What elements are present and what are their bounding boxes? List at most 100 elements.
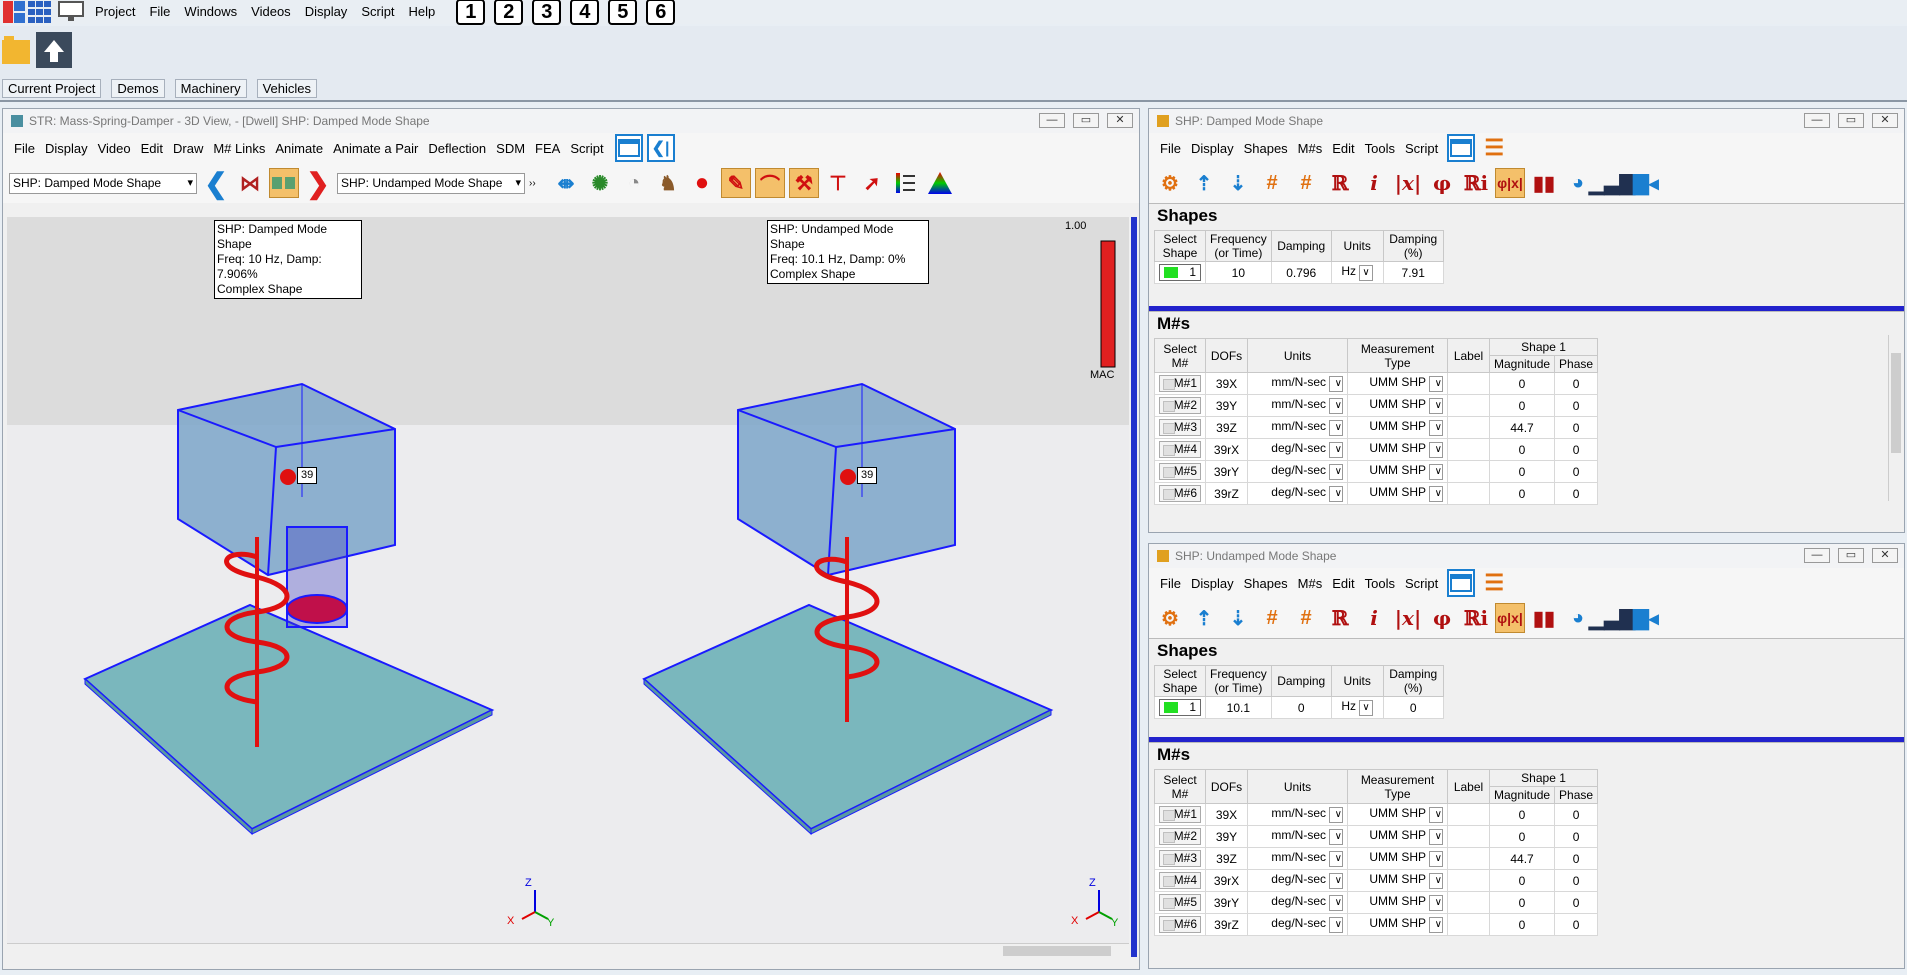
real-imag-icon[interactable]: ℝi: [1461, 168, 1491, 198]
phase-cell[interactable]: 0: [1554, 416, 1599, 439]
shp-menu-script[interactable]: Script: [1400, 141, 1443, 156]
shp-menu-display[interactable]: Display: [1186, 576, 1239, 591]
view3d-menu-animate-pair[interactable]: Animate a Pair: [328, 141, 423, 156]
units-cell[interactable]: mm/N-sec ∨: [1247, 825, 1348, 848]
table-row[interactable]: 1 10.1 0 Hz ∨ 0: [1154, 696, 1444, 719]
select-m-button[interactable]: M#5: [1159, 894, 1201, 911]
chevron-down-icon[interactable]: ∨: [1329, 464, 1343, 480]
histogram-export-icon[interactable]: ▇◂: [1631, 603, 1661, 633]
phase-cell[interactable]: 0: [1554, 913, 1599, 936]
chevron-down-icon[interactable]: ∨: [1429, 829, 1443, 845]
shape-settings-icon[interactable]: ⚙: [1155, 603, 1185, 633]
minimize-button[interactable]: —: [1804, 548, 1830, 563]
units-cell[interactable]: deg/N-sec ∨: [1247, 460, 1348, 483]
imaginary-part-icon[interactable]: i: [1359, 168, 1389, 198]
units-cell[interactable]: mm/N-sec ∨: [1247, 394, 1348, 417]
record-icon[interactable]: ●: [687, 168, 717, 198]
shp-menu-shapes[interactable]: Shapes: [1239, 576, 1293, 591]
speedometer-icon[interactable]: ◔: [619, 168, 649, 198]
histogram-export-icon[interactable]: ▇◂: [1631, 168, 1661, 198]
shp-menu-file[interactable]: File: [1155, 576, 1186, 591]
view3d-menu-fea[interactable]: FEA: [530, 141, 565, 156]
magnitude-cell[interactable]: 0: [1488, 438, 1556, 461]
close-button[interactable]: ✕: [1872, 113, 1898, 128]
damping-cell[interactable]: 0: [1270, 696, 1332, 719]
select-m-button[interactable]: M#1: [1159, 375, 1201, 392]
select-m-button[interactable]: M#3: [1159, 419, 1201, 436]
label-cell[interactable]: [1447, 372, 1490, 395]
dof-cell[interactable]: 39rZ: [1205, 482, 1248, 505]
magnitude-cell[interactable]: 0: [1488, 891, 1556, 914]
shp-menu-ms[interactable]: M#s: [1293, 141, 1328, 156]
magnitude-icon[interactable]: |x|: [1393, 603, 1423, 633]
shp-menu-display[interactable]: Display: [1186, 141, 1239, 156]
dof-cell[interactable]: 39X: [1205, 372, 1248, 395]
table-row[interactable]: M#5 39rY deg/N-sec ∨ UMM SHP ∨ 0 0: [1154, 460, 1599, 483]
table-row[interactable]: M#5 39rY deg/N-sec ∨ UMM SHP ∨ 0 0: [1154, 891, 1599, 914]
window-layout-icon[interactable]: [1447, 134, 1476, 162]
dof-cell[interactable]: 39Y: [1205, 394, 1248, 417]
label-cell[interactable]: [1447, 416, 1490, 439]
chevron-down-icon[interactable]: ∨: [1429, 398, 1443, 414]
histogram-icon[interactable]: ▁▃▇: [1589, 603, 1635, 633]
phase-icon[interactable]: φ: [1427, 603, 1457, 633]
label-cell[interactable]: [1447, 394, 1490, 417]
monitor-icon[interactable]: [54, 0, 88, 24]
table-row[interactable]: M#2 39Y mm/N-sec ∨ UMM SHP ∨ 0 0: [1154, 825, 1599, 848]
chevron-down-icon[interactable]: ∨: [1329, 420, 1343, 436]
magnitude-cell[interactable]: 44.7: [1488, 416, 1556, 439]
real-part-icon[interactable]: ℝ: [1325, 603, 1355, 633]
measurement-type-cell[interactable]: UMM SHP ∨: [1347, 869, 1448, 892]
turtle-slow-icon[interactable]: ✺: [585, 168, 615, 198]
chevron-down-icon[interactable]: ∨: [1329, 376, 1343, 392]
select-shape-button[interactable]: 1: [1159, 699, 1201, 716]
magnitude-cell[interactable]: 44.7: [1488, 847, 1556, 870]
chevron-down-icon[interactable]: ∨: [1359, 700, 1374, 716]
chevron-down-icon[interactable]: ∨: [1429, 873, 1443, 889]
minimize-button[interactable]: —: [1039, 113, 1065, 128]
label-cell[interactable]: [1447, 482, 1490, 505]
open-folder-icon[interactable]: [2, 34, 32, 69]
tab-demos[interactable]: Demos: [111, 78, 165, 98]
measurement-type-cell[interactable]: UMM SHP ∨: [1347, 891, 1448, 914]
move-down-icon[interactable]: ⇣: [1223, 603, 1253, 633]
phase-cell[interactable]: 0: [1554, 869, 1599, 892]
chevron-down-icon[interactable]: ∨: [1329, 873, 1343, 889]
label-cell[interactable]: [1447, 460, 1490, 483]
chevron-down-icon[interactable]: ∨: [1329, 807, 1343, 823]
table-row[interactable]: M#6 39rZ deg/N-sec ∨ UMM SHP ∨ 0 0: [1154, 482, 1599, 505]
crane-icon[interactable]: ⊤: [823, 168, 853, 198]
bar-graph-icon[interactable]: ▮▮: [1529, 168, 1559, 198]
phase-magnitude-icon[interactable]: φ|x|: [1495, 168, 1525, 198]
chevron-down-icon[interactable]: ∨: [1329, 917, 1343, 933]
menu-file[interactable]: File: [142, 2, 177, 22]
dof-cell[interactable]: 39Z: [1205, 847, 1248, 870]
real-imag-icon[interactable]: ℝi: [1461, 603, 1491, 633]
horizontal-scrollbar[interactable]: [7, 943, 1129, 957]
curve-points-icon[interactable]: ⌒: [755, 168, 785, 198]
view3d-menu-file[interactable]: File: [9, 141, 40, 156]
label-cell[interactable]: [1447, 891, 1490, 914]
select-m-button[interactable]: M#4: [1159, 872, 1201, 889]
view3d-menu-mlinks[interactable]: M# Links: [208, 141, 270, 156]
right-shape-select[interactable]: SHP: Undamped Mode Shape: [337, 172, 525, 194]
units-cell[interactable]: deg/N-sec ∨: [1247, 482, 1348, 505]
tab-current-project[interactable]: Current Project: [2, 78, 102, 98]
dof-cell[interactable]: 39rX: [1205, 869, 1248, 892]
view3d-menu-sdm[interactable]: SDM: [491, 141, 530, 156]
view3d-menu-draw[interactable]: Draw: [168, 141, 208, 156]
menu-display[interactable]: Display: [298, 2, 355, 22]
layout-button-6[interactable]: 6: [646, 0, 676, 25]
move-up-icon[interactable]: ⇡: [1189, 168, 1219, 198]
tab-machinery[interactable]: Machinery: [174, 78, 247, 98]
menu-videos[interactable]: Videos: [244, 2, 298, 22]
damping-pct-cell[interactable]: 0: [1382, 696, 1444, 719]
menu-help[interactable]: Help: [402, 2, 443, 22]
deflection-icon[interactable]: ⇼: [551, 168, 581, 198]
tab-vehicles[interactable]: Vehicles: [256, 78, 317, 98]
dof-cell[interactable]: 39X: [1205, 803, 1248, 826]
layout-button-3[interactable]: 3: [532, 0, 562, 25]
magnitude-cell[interactable]: 0: [1488, 372, 1556, 395]
left-shape-select[interactable]: SHP: Damped Mode Shape: [9, 172, 197, 194]
annotate-icon[interactable]: ✎: [721, 168, 751, 198]
